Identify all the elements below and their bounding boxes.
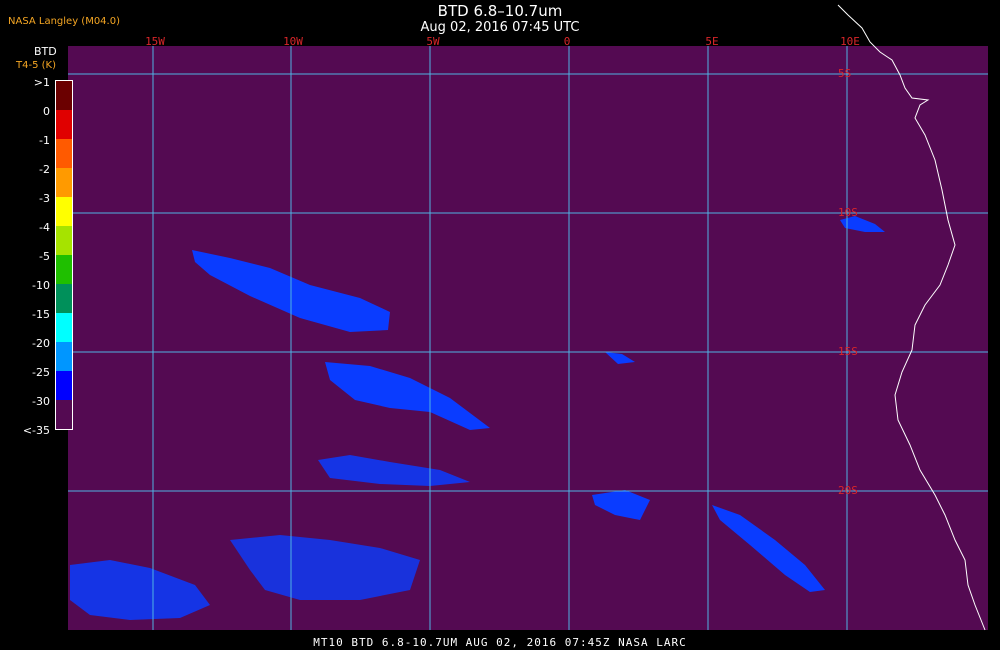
colorbar-segment bbox=[56, 226, 72, 255]
map-overlay bbox=[68, 4, 988, 631]
colorbar-label: -20 bbox=[32, 337, 50, 350]
colorbar-segment bbox=[56, 284, 72, 313]
colorbar-segment bbox=[56, 139, 72, 168]
lon-label: 0 bbox=[563, 35, 571, 48]
lat-label: 20S bbox=[838, 484, 858, 497]
lon-label: 5E bbox=[705, 35, 719, 48]
lon-label: 5W bbox=[426, 35, 440, 48]
feature-cluster-mid bbox=[318, 455, 470, 486]
colorbar-segment bbox=[56, 342, 72, 371]
lat-label: 10S bbox=[838, 206, 858, 219]
colorbar-segment bbox=[56, 371, 72, 400]
footer-caption: MT10 BTD 6.8-10.7UM AUG 02, 2016 07:45Z … bbox=[313, 636, 687, 649]
feature-cluster-southwest bbox=[70, 560, 210, 620]
colorbar-segment bbox=[56, 313, 72, 342]
colorbar-label: -3 bbox=[39, 192, 50, 205]
feature-streak-southeast bbox=[712, 505, 825, 592]
btd-features bbox=[70, 216, 885, 620]
colorbar-segment bbox=[56, 168, 72, 197]
colorbar-label: <-35 bbox=[22, 424, 50, 437]
colorbar-label: -1 bbox=[39, 134, 50, 147]
feature-streak-central bbox=[325, 362, 490, 430]
colorbar-label: -30 bbox=[32, 395, 50, 408]
colorbar-label: >1 bbox=[33, 76, 50, 89]
colorbar-units: T4-5 (K) bbox=[16, 60, 56, 71]
feature-cluster-south bbox=[230, 535, 420, 600]
feature-small-north bbox=[605, 352, 635, 364]
map-grid bbox=[68, 46, 988, 630]
colorbar-label: -25 bbox=[32, 366, 50, 379]
colorbar-segment bbox=[56, 400, 72, 429]
lon-label: 10W bbox=[283, 35, 303, 48]
colorbar-segment bbox=[56, 255, 72, 284]
lat-label: 15S bbox=[838, 345, 858, 358]
colorbar-segment bbox=[56, 81, 72, 110]
colorbar bbox=[55, 80, 73, 430]
lon-label: 15W bbox=[145, 35, 165, 48]
colorbar-label: -2 bbox=[39, 163, 50, 176]
colorbar-label: -10 bbox=[32, 279, 50, 292]
colorbar-segment bbox=[56, 110, 72, 139]
lon-label: 10E bbox=[840, 35, 860, 48]
colorbar-label: -15 bbox=[32, 308, 50, 321]
colorbar-segment bbox=[56, 197, 72, 226]
feature-patch-east bbox=[592, 490, 650, 520]
colorbar-label: -4 bbox=[39, 221, 50, 234]
lat-label: 5S bbox=[838, 67, 852, 80]
coastline bbox=[837, 4, 986, 631]
colorbar-label: 0 bbox=[43, 105, 50, 118]
colorbar-label: -5 bbox=[39, 250, 50, 263]
colorbar-title: BTD bbox=[34, 45, 57, 58]
